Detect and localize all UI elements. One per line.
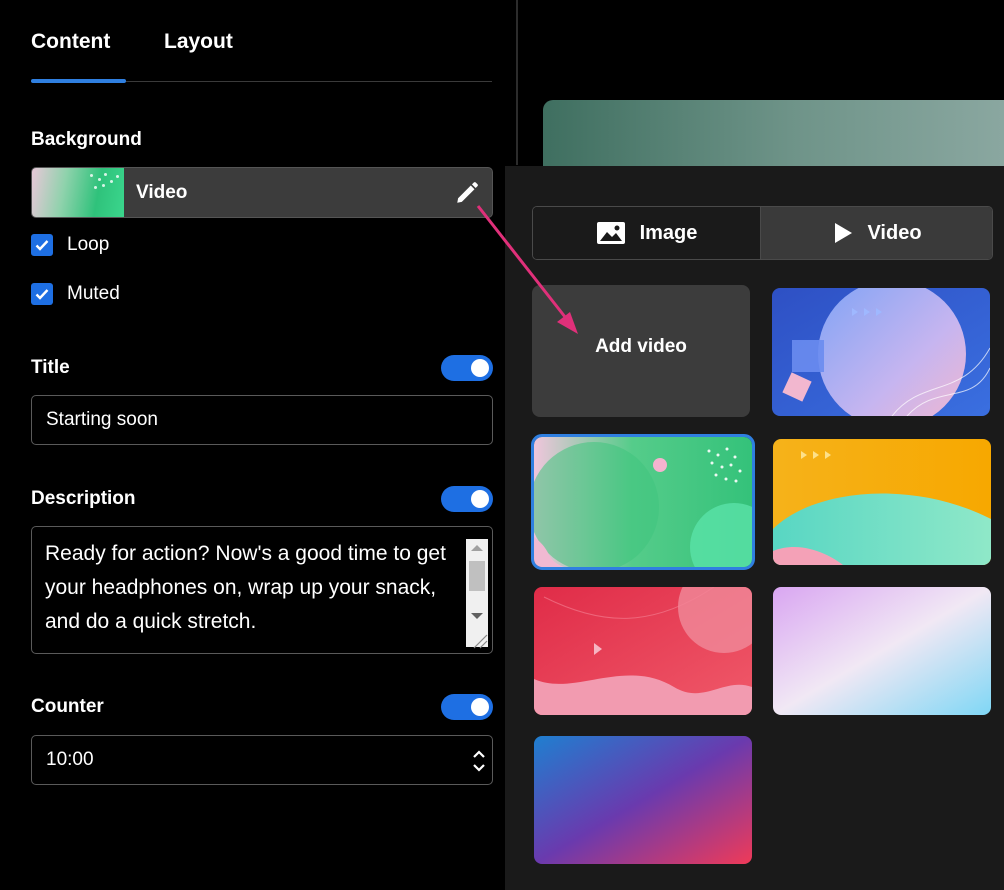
- media-type-tabs: Image Video: [532, 206, 993, 260]
- loop-checkbox[interactable]: [31, 234, 53, 256]
- loop-label: Loop: [67, 234, 110, 255]
- counter-input[interactable]: 10:00: [31, 735, 493, 785]
- description-toggle[interactable]: [441, 486, 493, 512]
- description-label: Description: [31, 488, 136, 509]
- loop-checkbox-row[interactable]: Loop: [31, 231, 109, 259]
- tab-layout[interactable]: Layout: [164, 30, 233, 54]
- title-toggle[interactable]: [441, 355, 493, 381]
- checkmark-icon: [35, 240, 49, 251]
- background-type-value: Video: [136, 182, 188, 203]
- resize-grip-icon[interactable]: [470, 631, 488, 649]
- muted-checkbox[interactable]: [31, 283, 53, 305]
- counter-value: 10:00: [46, 749, 94, 770]
- counter-toggle[interactable]: [441, 694, 493, 720]
- video-thumbnail-purple[interactable]: [534, 736, 752, 864]
- background-thumbnail: [32, 168, 124, 217]
- description-textarea[interactable]: Ready for action? Now's a good time to g…: [31, 526, 493, 654]
- background-label: Background: [31, 129, 142, 150]
- tab-image-label: Image: [639, 221, 698, 244]
- image-icon: [596, 222, 625, 244]
- description-text: Ready for action? Now's a good time to g…: [45, 542, 446, 633]
- add-video-label: Add video: [595, 336, 687, 357]
- checkmark-icon: [35, 289, 49, 300]
- active-tab-indicator: [31, 79, 126, 83]
- scroll-thumb[interactable]: [469, 561, 485, 591]
- video-thumbnail-pastel[interactable]: [773, 587, 991, 715]
- title-label: Title: [31, 357, 70, 378]
- video-thumbnail-blue[interactable]: [772, 288, 990, 416]
- tab-video-label: Video: [867, 221, 922, 244]
- play-icon: [835, 223, 853, 243]
- video-thumbnail-green[interactable]: [531, 434, 755, 570]
- stepper-icon[interactable]: [472, 744, 486, 778]
- muted-checkbox-row[interactable]: Muted: [31, 280, 120, 308]
- scroll-down-icon[interactable]: [471, 613, 483, 619]
- title-input[interactable]: Starting soon: [31, 395, 493, 445]
- video-thumbnail-red[interactable]: [534, 587, 752, 715]
- pencil-icon[interactable]: [454, 180, 480, 206]
- panel-divider: [516, 0, 518, 165]
- tab-video[interactable]: Video: [761, 207, 992, 259]
- scroll-up-icon[interactable]: [471, 545, 483, 551]
- counter-label: Counter: [31, 696, 104, 717]
- background-selector[interactable]: Video: [31, 167, 493, 218]
- tab-image[interactable]: Image: [533, 207, 761, 259]
- muted-label: Muted: [67, 283, 120, 304]
- video-thumbnail-yellow[interactable]: [773, 439, 991, 565]
- media-picker-panel: Image Video Add video: [505, 166, 1004, 890]
- add-video-button[interactable]: Add video: [532, 285, 750, 417]
- settings-tabs: Content Layout: [31, 26, 492, 83]
- settings-panel: Content Layout Background Video Loop Mut…: [0, 0, 517, 890]
- tab-content[interactable]: Content: [31, 30, 110, 54]
